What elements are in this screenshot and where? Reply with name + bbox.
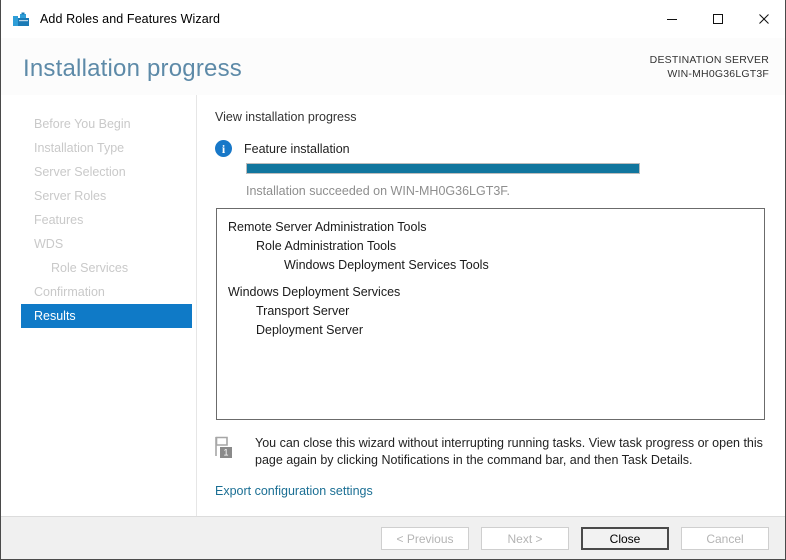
feature-installation-label: Feature installation	[244, 141, 350, 156]
content-heading: View installation progress	[215, 110, 357, 124]
results-spacer	[217, 275, 764, 283]
footer-bar: < Previous Next > Close Cancel	[1, 516, 785, 559]
destination-server-label: DESTINATION SERVER	[649, 54, 769, 66]
feature-installation-row: i Feature installation	[215, 140, 350, 157]
export-configuration-settings-link[interactable]: Export configuration settings	[215, 484, 373, 498]
page-title: Installation progress	[23, 55, 242, 82]
close-icon[interactable]	[741, 0, 785, 38]
main-content: View installation progress i Feature ins…	[198, 95, 785, 516]
installation-progress-bar	[246, 163, 640, 174]
title-bar: Add Roles and Features Wizard	[1, 0, 785, 38]
sidebar-item-confirmation[interactable]: Confirmation	[21, 280, 192, 304]
wizard-steps-sidebar: Before You Begin Installation Type Server …	[1, 95, 197, 516]
close-button[interactable]: Close	[581, 527, 669, 550]
previous-button: < Previous	[381, 527, 469, 550]
result-item[interactable]: Role Administration Tools	[217, 237, 764, 256]
notification-flag-icon: 1	[213, 436, 237, 462]
server-roles-icon	[12, 10, 30, 28]
window-controls	[649, 0, 785, 38]
cancel-button: Cancel	[681, 527, 769, 550]
minimize-icon[interactable]	[649, 0, 695, 38]
page-header: Installation progress DESTINATION SERVER…	[1, 38, 785, 95]
sidebar-item-server-selection[interactable]: Server Selection	[21, 160, 192, 184]
sidebar-item-features[interactable]: Features	[21, 208, 192, 232]
sidebar-item-before-you-begin[interactable]: Before You Begin	[21, 112, 192, 136]
sidebar-item-wds[interactable]: WDS	[21, 232, 192, 256]
maximize-icon[interactable]	[695, 0, 741, 38]
sidebar-item-server-roles[interactable]: Server Roles	[21, 184, 192, 208]
progress-bar-fill	[247, 164, 639, 173]
installation-status-text: Installation succeeded on WIN-MH0G36LGT3…	[246, 184, 511, 198]
result-item[interactable]: Remote Server Administration Tools	[217, 218, 764, 237]
window-title: Add Roles and Features Wizard	[40, 12, 221, 26]
result-item[interactable]: Windows Deployment Services Tools	[217, 256, 764, 275]
sidebar-item-results[interactable]: Results	[21, 304, 192, 328]
destination-server-block: DESTINATION SERVER WIN-MH0G36LGT3F	[650, 54, 769, 80]
result-item[interactable]: Transport Server	[217, 302, 764, 321]
svg-text:1: 1	[223, 448, 228, 458]
wizard-button-row: < Previous Next > Close Cancel	[381, 527, 769, 550]
notice-text: You can close this wizard without interr…	[255, 436, 763, 467]
sidebar-item-installation-type[interactable]: Installation Type	[21, 136, 192, 160]
sidebar-item-role-services[interactable]: Role Services	[21, 256, 192, 280]
destination-server-name: WIN-MH0G36LGT3F	[667, 68, 769, 80]
wizard-window: Add Roles and Features Wizard Installati…	[0, 0, 786, 560]
results-list-box[interactable]: Remote Server Administration Tools Role A…	[216, 208, 765, 420]
result-item[interactable]: Deployment Server	[217, 321, 764, 340]
info-icon: i	[215, 140, 232, 157]
result-item[interactable]: Windows Deployment Services	[217, 283, 764, 302]
next-button: Next >	[481, 527, 569, 550]
notice-block: 1 You can close this wizard without inte…	[213, 435, 773, 469]
